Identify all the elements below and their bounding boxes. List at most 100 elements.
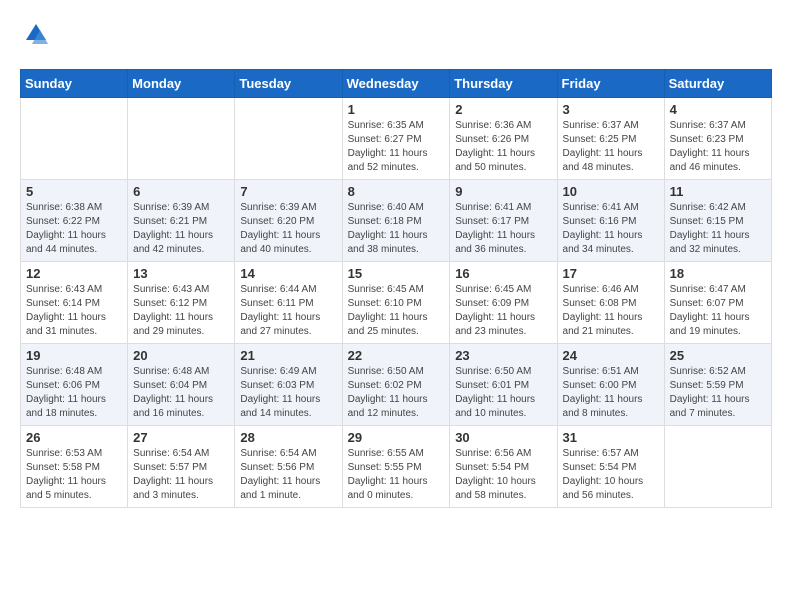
day-number: 11 <box>670 184 766 199</box>
day-number: 22 <box>348 348 445 363</box>
weekday-header: Saturday <box>664 70 771 98</box>
calendar-day-cell: 21Sunrise: 6:49 AM Sunset: 6:03 PM Dayli… <box>235 344 342 426</box>
day-info: Sunrise: 6:57 AM Sunset: 5:54 PM Dayligh… <box>563 447 659 503</box>
day-info: Sunrise: 6:41 AM Sunset: 6:16 PM Dayligh… <box>563 201 659 257</box>
calendar-day-cell: 7 Sunrise: 6:39 AM Sunset: 6:20 PM Daylig… <box>235 180 342 262</box>
day-number: 12 <box>26 266 122 281</box>
calendar-day-cell: 24 Sunrise: 6:51 AM Sunset: 6:00 PM Dayli… <box>557 344 664 426</box>
calendar-day-cell: 9Sunrise: 6:41 AM Sunset: 6:17 PM Daylig… <box>450 180 557 262</box>
day-info: Sunrise: 6:38 AM Sunset: 6:22 PM Dayligh… <box>26 201 122 257</box>
day-info: Sunrise: 6:52 AM Sunset: 5:59 PM Dayligh… <box>670 365 766 421</box>
calendar-day-cell: 4 Sunrise: 6:37 AM Sunset: 6:23 PM Daylig… <box>664 98 771 180</box>
calendar-day-cell: 25 Sunrise: 6:52 AM Sunset: 5:59 PM Dayli… <box>664 344 771 426</box>
day-info: Sunrise: 6:50 AM Sunset: 6:02 PM Dayligh… <box>348 365 445 421</box>
calendar-day-cell: 17Sunrise: 6:46 AM Sunset: 6:08 PM Dayli… <box>557 262 664 344</box>
day-number: 20 <box>133 348 229 363</box>
day-number: 6 <box>133 184 229 199</box>
calendar-week-row: 1 Sunrise: 6:35 AM Sunset: 6:27 PM Daylig… <box>21 98 772 180</box>
calendar-empty-cell <box>664 426 771 508</box>
day-number: 16 <box>455 266 551 281</box>
calendar-day-cell: 3 Sunrise: 6:37 AM Sunset: 6:25 PM Daylig… <box>557 98 664 180</box>
day-info: Sunrise: 6:50 AM Sunset: 6:01 PM Dayligh… <box>455 365 551 421</box>
day-number: 24 <box>563 348 659 363</box>
weekday-header: Friday <box>557 70 664 98</box>
day-info: Sunrise: 6:44 AM Sunset: 6:11 PM Dayligh… <box>240 283 336 339</box>
logo <box>20 20 50 53</box>
day-number: 25 <box>670 348 766 363</box>
calendar-day-cell: 28Sunrise: 6:54 AM Sunset: 5:56 PM Dayli… <box>235 426 342 508</box>
day-info: Sunrise: 6:35 AM Sunset: 6:27 PM Dayligh… <box>348 119 445 175</box>
weekday-header: Thursday <box>450 70 557 98</box>
calendar-day-cell: 6 Sunrise: 6:39 AM Sunset: 6:21 PM Daylig… <box>128 180 235 262</box>
day-info: Sunrise: 6:36 AM Sunset: 6:26 PM Dayligh… <box>455 119 551 175</box>
calendar-day-cell: 12 Sunrise: 6:43 AM Sunset: 6:14 PM Dayli… <box>21 262 128 344</box>
day-info: Sunrise: 6:53 AM Sunset: 5:58 PM Dayligh… <box>26 447 122 503</box>
day-number: 30 <box>455 430 551 445</box>
calendar-day-cell: 5 Sunrise: 6:38 AM Sunset: 6:22 PM Daylig… <box>21 180 128 262</box>
day-info: Sunrise: 6:45 AM Sunset: 6:10 PM Dayligh… <box>348 283 445 339</box>
day-number: 2 <box>455 102 551 117</box>
day-info: Sunrise: 6:49 AM Sunset: 6:03 PM Dayligh… <box>240 365 336 421</box>
calendar-day-cell: 30 Sunrise: 6:56 AM Sunset: 5:54 PM Dayli… <box>450 426 557 508</box>
day-number: 23 <box>455 348 551 363</box>
day-number: 31 <box>563 430 659 445</box>
calendar-week-row: 26 Sunrise: 6:53 AM Sunset: 5:58 PM Dayli… <box>21 426 772 508</box>
calendar-day-cell: 13 Sunrise: 6:43 AM Sunset: 6:12 PM Dayli… <box>128 262 235 344</box>
calendar-day-cell: 8 Sunrise: 6:40 AM Sunset: 6:18 PM Daylig… <box>342 180 450 262</box>
logo-icon <box>22 20 50 48</box>
calendar-day-cell: 14 Sunrise: 6:44 AM Sunset: 6:11 PM Dayli… <box>235 262 342 344</box>
day-info: Sunrise: 6:37 AM Sunset: 6:23 PM Dayligh… <box>670 119 766 175</box>
day-info: Sunrise: 6:40 AM Sunset: 6:18 PM Dayligh… <box>348 201 445 257</box>
day-number: 1 <box>348 102 445 117</box>
day-number: 4 <box>670 102 766 117</box>
calendar-empty-cell <box>235 98 342 180</box>
day-info: Sunrise: 6:45 AM Sunset: 6:09 PM Dayligh… <box>455 283 551 339</box>
weekday-header: Monday <box>128 70 235 98</box>
weekday-header: Tuesday <box>235 70 342 98</box>
calendar-week-row: 19 Sunrise: 6:48 AM Sunset: 6:06 PM Dayli… <box>21 344 772 426</box>
weekday-header: Sunday <box>21 70 128 98</box>
day-number: 27 <box>133 430 229 445</box>
calendar-table: SundayMondayTuesdayWednesdayThursdayFrid… <box>20 69 772 508</box>
calendar-day-cell: 27 Sunrise: 6:54 AM Sunset: 5:57 PM Dayli… <box>128 426 235 508</box>
day-number: 29 <box>348 430 445 445</box>
day-number: 18 <box>670 266 766 281</box>
day-info: Sunrise: 6:41 AM Sunset: 6:17 PM Dayligh… <box>455 201 551 257</box>
calendar-day-cell: 2 Sunrise: 6:36 AM Sunset: 6:26 PM Daylig… <box>450 98 557 180</box>
day-number: 10 <box>563 184 659 199</box>
day-info: Sunrise: 6:54 AM Sunset: 5:56 PM Dayligh… <box>240 447 336 503</box>
calendar-day-cell: 29 Sunrise: 6:55 AM Sunset: 5:55 PM Dayli… <box>342 426 450 508</box>
day-number: 19 <box>26 348 122 363</box>
day-info: Sunrise: 6:47 AM Sunset: 6:07 PM Dayligh… <box>670 283 766 339</box>
calendar-day-cell: 31 Sunrise: 6:57 AM Sunset: 5:54 PM Dayli… <box>557 426 664 508</box>
calendar-day-cell: 18 Sunrise: 6:47 AM Sunset: 6:07 PM Dayli… <box>664 262 771 344</box>
calendar-day-cell: 11Sunrise: 6:42 AM Sunset: 6:15 PM Dayli… <box>664 180 771 262</box>
calendar-day-cell: 15 Sunrise: 6:45 AM Sunset: 6:10 PM Dayli… <box>342 262 450 344</box>
day-number: 8 <box>348 184 445 199</box>
calendar-day-cell: 23 Sunrise: 6:50 AM Sunset: 6:01 PM Dayli… <box>450 344 557 426</box>
calendar-day-cell: 16 Sunrise: 6:45 AM Sunset: 6:09 PM Dayli… <box>450 262 557 344</box>
day-info: Sunrise: 6:43 AM Sunset: 6:12 PM Dayligh… <box>133 283 229 339</box>
day-number: 5 <box>26 184 122 199</box>
day-info: Sunrise: 6:39 AM Sunset: 6:20 PM Dayligh… <box>240 201 336 257</box>
day-info: Sunrise: 6:37 AM Sunset: 6:25 PM Dayligh… <box>563 119 659 175</box>
day-info: Sunrise: 6:55 AM Sunset: 5:55 PM Dayligh… <box>348 447 445 503</box>
day-number: 13 <box>133 266 229 281</box>
page-header <box>20 20 772 53</box>
day-number: 26 <box>26 430 122 445</box>
day-info: Sunrise: 6:48 AM Sunset: 6:04 PM Dayligh… <box>133 365 229 421</box>
day-info: Sunrise: 6:56 AM Sunset: 5:54 PM Dayligh… <box>455 447 551 503</box>
day-info: Sunrise: 6:46 AM Sunset: 6:08 PM Dayligh… <box>563 283 659 339</box>
day-info: Sunrise: 6:48 AM Sunset: 6:06 PM Dayligh… <box>26 365 122 421</box>
day-info: Sunrise: 6:51 AM Sunset: 6:00 PM Dayligh… <box>563 365 659 421</box>
day-number: 15 <box>348 266 445 281</box>
weekday-header: Wednesday <box>342 70 450 98</box>
day-number: 7 <box>240 184 336 199</box>
calendar-week-row: 12 Sunrise: 6:43 AM Sunset: 6:14 PM Dayli… <box>21 262 772 344</box>
day-info: Sunrise: 6:43 AM Sunset: 6:14 PM Dayligh… <box>26 283 122 339</box>
day-info: Sunrise: 6:54 AM Sunset: 5:57 PM Dayligh… <box>133 447 229 503</box>
day-info: Sunrise: 6:39 AM Sunset: 6:21 PM Dayligh… <box>133 201 229 257</box>
calendar-day-cell: 20 Sunrise: 6:48 AM Sunset: 6:04 PM Dayli… <box>128 344 235 426</box>
day-number: 14 <box>240 266 336 281</box>
day-number: 3 <box>563 102 659 117</box>
